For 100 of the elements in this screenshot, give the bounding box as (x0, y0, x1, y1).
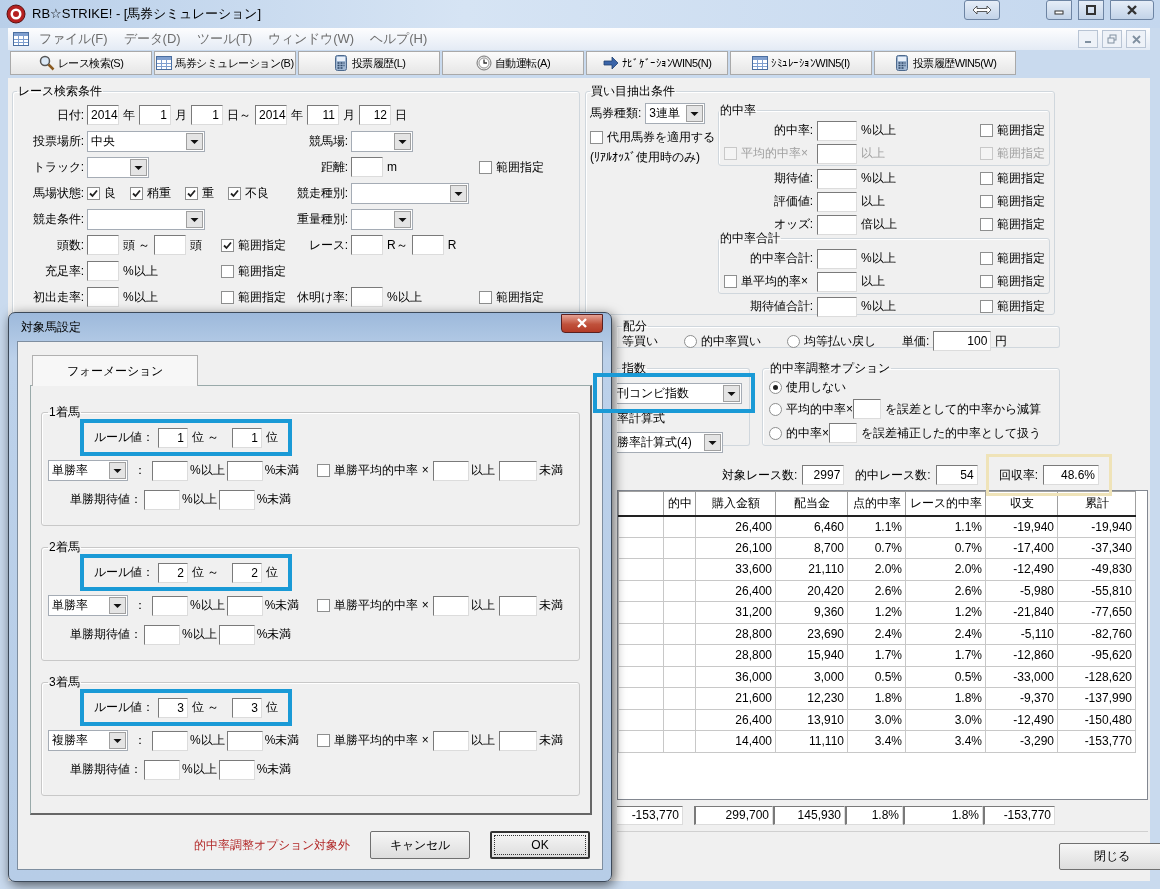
input-field[interactable] (218, 759, 255, 780)
checkbox[interactable] (479, 160, 492, 174)
dialog-button[interactable]: キャンセル (370, 831, 470, 859)
checkbox[interactable] (185, 186, 198, 200)
input-field[interactable] (853, 399, 881, 420)
resize-button[interactable] (964, 0, 1000, 20)
close-button[interactable] (561, 313, 603, 333)
menu-item[interactable]: ウィンドウ(W) (262, 29, 361, 49)
input-field[interactable]: 54 (935, 465, 978, 485)
checkbox[interactable] (228, 186, 241, 200)
input-field[interactable] (817, 296, 857, 317)
input-field[interactable]: 2997 (802, 465, 845, 485)
checkbox[interactable] (980, 195, 993, 208)
input-field[interactable]: 12 (359, 105, 391, 125)
input-field[interactable] (152, 595, 188, 616)
input-field[interactable] (817, 248, 857, 269)
input-field[interactable]: 1.8% (903, 806, 983, 825)
checkbox[interactable] (980, 300, 993, 313)
input-field[interactable]: 1 (191, 105, 223, 125)
dropdown[interactable]: 単勝率 (48, 595, 128, 616)
checkbox[interactable] (221, 264, 234, 278)
input-field[interactable]: 2014 (255, 105, 287, 125)
input-field[interactable] (817, 191, 857, 212)
dropdown[interactable]: 刊コンビ指数 (617, 383, 742, 404)
checkbox[interactable] (87, 186, 100, 200)
input-field[interactable]: 3 (232, 697, 262, 718)
menu-item[interactable]: ヘルプ(H) (364, 29, 434, 49)
input-field[interactable]: 2 (232, 562, 262, 583)
input-field[interactable] (144, 489, 180, 510)
input-field[interactable] (829, 423, 857, 444)
dropdown[interactable] (351, 182, 469, 204)
checkbox[interactable] (980, 252, 993, 265)
radio-button[interactable] (684, 334, 697, 348)
close-button[interactable]: 閉じる (1059, 843, 1160, 870)
input-field[interactable] (154, 235, 187, 255)
input-field[interactable] (432, 730, 469, 751)
input-field[interactable] (226, 730, 263, 751)
input-field[interactable] (144, 624, 180, 645)
input-field[interactable] (87, 235, 119, 255)
checkbox[interactable] (980, 172, 993, 185)
dropdown[interactable] (351, 208, 413, 230)
dropdown[interactable]: 3連単 (645, 103, 706, 124)
close-button[interactable] (1110, 0, 1154, 20)
dialog-button[interactable]: OK (490, 831, 590, 859)
input-field[interactable] (817, 271, 857, 292)
toolbar-button[interactable]: ﾅﾋﾞｹﾞｰｼｮﾝWIN5(N) (586, 51, 728, 75)
input-field[interactable] (351, 235, 383, 255)
menu-item[interactable]: ファイル(F) (33, 29, 114, 49)
input-field[interactable]: 145,930 (773, 806, 845, 825)
dropdown[interactable] (351, 130, 413, 152)
input-field[interactable]: 1 (158, 427, 188, 448)
input-field[interactable]: 2 (158, 562, 188, 583)
input-field[interactable] (218, 489, 255, 510)
radio-button[interactable] (769, 426, 782, 440)
input-field[interactable]: 1 (139, 105, 171, 125)
input-field[interactable]: 299,700 (694, 806, 773, 825)
input-field[interactable]: 1.8% (845, 806, 903, 825)
maximize-button[interactable] (1078, 0, 1104, 20)
checkbox[interactable] (221, 238, 234, 252)
input-field[interactable] (218, 624, 255, 645)
toolbar-button[interactable]: レース検索(S) (10, 51, 152, 75)
toolbar-button[interactable]: ｼﾐｭﾚｰｼｮﾝWIN5(I) (730, 51, 872, 75)
checkbox[interactable] (980, 124, 993, 137)
checkbox[interactable] (590, 130, 603, 144)
dropdown[interactable]: 単勝率 (48, 460, 128, 481)
dropdown[interactable]: 複勝率 (48, 730, 128, 751)
menu-item[interactable]: データ(D) (117, 29, 187, 49)
input-field[interactable] (817, 120, 857, 141)
input-field[interactable] (498, 595, 537, 616)
input-field[interactable] (152, 460, 188, 481)
input-field[interactable] (817, 214, 857, 235)
input-field[interactable] (351, 157, 383, 177)
input-field[interactable]: 100 (933, 331, 992, 351)
input-field[interactable]: -153,770 (983, 806, 1055, 825)
input-field[interactable] (87, 261, 119, 281)
toolbar-button[interactable]: 投票履歴WIN5(W) (874, 51, 1016, 75)
checkbox[interactable] (980, 218, 993, 231)
input-field[interactable] (432, 595, 469, 616)
input-field[interactable] (817, 168, 857, 189)
input-field[interactable] (498, 730, 537, 751)
input-field[interactable]: 48.6% (1043, 465, 1099, 485)
input-field[interactable] (432, 460, 469, 481)
checkbox[interactable] (479, 290, 492, 304)
input-field[interactable] (87, 287, 119, 307)
input-field[interactable]: 2014 (87, 105, 119, 125)
toolbar-button[interactable]: 投票履歴(L) (298, 51, 440, 75)
input-field[interactable]: -153,770 (617, 806, 683, 825)
dropdown[interactable]: 勝率計算式(4) (617, 432, 723, 453)
checkbox[interactable] (130, 186, 143, 200)
input-field[interactable]: 11 (307, 105, 339, 125)
dropdown[interactable] (87, 208, 205, 230)
checkbox[interactable] (724, 275, 737, 288)
input-field[interactable] (351, 287, 383, 307)
checkbox[interactable] (317, 599, 331, 612)
minimize-button[interactable] (1078, 30, 1098, 48)
input-field[interactable]: 1 (232, 427, 262, 448)
checkbox[interactable] (980, 275, 993, 288)
input-field[interactable] (152, 730, 188, 751)
radio-button[interactable] (769, 380, 782, 394)
checkbox[interactable] (221, 290, 234, 304)
